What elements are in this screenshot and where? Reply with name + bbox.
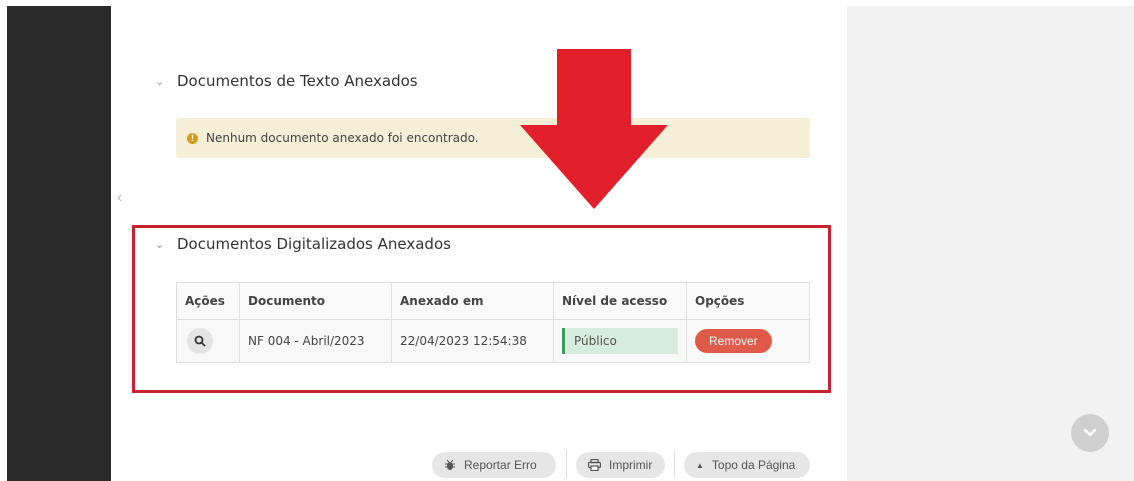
- scroll-down-button[interactable]: [1071, 414, 1109, 452]
- column-header-acoes: Ações: [176, 282, 240, 320]
- dark-sidebar: [7, 6, 111, 481]
- empty-docs-alert: ! Nenhum documento anexado foi encontrad…: [176, 118, 810, 158]
- section-title: Documentos de Texto Anexados: [177, 72, 418, 90]
- collapse-sidebar-icon[interactable]: ‹: [117, 189, 122, 207]
- alert-message: Nenhum documento anexado foi encontrado.: [206, 131, 479, 145]
- table-header-row: Ações Documento Anexado em Nível de aces…: [176, 282, 810, 320]
- left-edge: [0, 0, 7, 481]
- chevron-down-icon: ⌄: [155, 238, 165, 251]
- chevron-down-icon: ⌄: [155, 75, 165, 88]
- attached-at-cell: 22/04/2023 12:54:38: [391, 319, 554, 363]
- exclamation-circle-icon: !: [187, 132, 198, 144]
- top-of-page-label: Topo da Página: [711, 458, 796, 472]
- remove-button[interactable]: Remover: [695, 329, 772, 353]
- section-text-docs-header[interactable]: ⌄ Documentos de Texto Anexados: [155, 72, 418, 90]
- footer-divider: [674, 450, 675, 478]
- section-scanned-docs-header[interactable]: ⌄ Documentos Digitalizados Anexados: [155, 235, 451, 253]
- scanned-docs-table: Ações Documento Anexado em Nível de aces…: [176, 282, 810, 363]
- top-of-page-button[interactable]: ▲ Topo da Página: [684, 452, 810, 478]
- print-label: Imprimir: [609, 458, 653, 472]
- access-level-cell: Público: [553, 319, 687, 363]
- bug-icon: [445, 459, 455, 470]
- report-error-button[interactable]: Reportar Erro: [432, 452, 556, 478]
- view-document-button[interactable]: [187, 328, 213, 354]
- access-level-badge: Público: [562, 328, 678, 354]
- footer-divider: [566, 450, 567, 478]
- red-arrow-icon: [520, 49, 668, 209]
- column-header-opcoes: Opções: [686, 282, 810, 320]
- caret-up-icon: ▲: [696, 460, 704, 470]
- document-cell: NF 004 - Abril/2023: [239, 319, 392, 363]
- report-error-label: Reportar Erro: [464, 458, 537, 472]
- column-header-documento: Documento: [239, 282, 392, 320]
- search-icon: [194, 335, 206, 347]
- right-panel: [847, 6, 1134, 481]
- column-header-anexado-em: Anexado em: [391, 282, 554, 320]
- options-cell: Remover: [686, 319, 810, 363]
- section-title: Documentos Digitalizados Anexados: [177, 235, 451, 253]
- actions-cell: [176, 319, 240, 363]
- chevron-down-icon: [1083, 428, 1097, 437]
- table-row: NF 004 - Abril/2023 22/04/2023 12:54:38 …: [176, 319, 810, 363]
- column-header-nivel-acesso: Nível de acesso: [553, 282, 687, 320]
- print-button[interactable]: Imprimir: [576, 452, 665, 478]
- printer-icon: [588, 459, 601, 471]
